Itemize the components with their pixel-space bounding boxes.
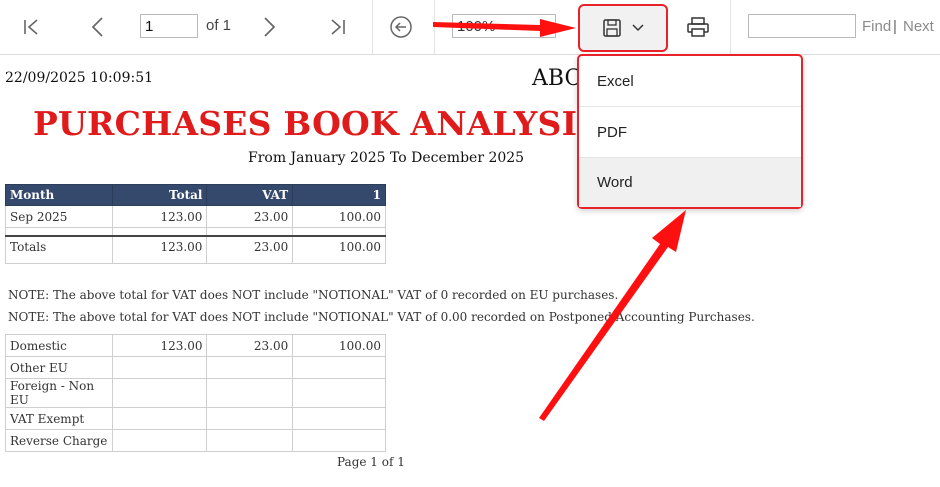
table-row: Foreign - Non EU [5, 378, 386, 408]
report-timestamp: 22/09/2025 10:09:51 [5, 70, 154, 86]
cell-category: Domestic [5, 334, 113, 357]
cell-total [111, 356, 208, 379]
menu-item-pdf[interactable]: PDF [579, 107, 801, 158]
cell-category: Reverse Charge [5, 429, 113, 452]
toolbar-separator [730, 0, 731, 54]
back-button[interactable] [383, 8, 419, 46]
summary-header-row: Month Total VAT 1 [5, 184, 386, 206]
cell-net [292, 378, 386, 408]
table-row: VAT Exempt [5, 407, 386, 430]
previous-page-icon [91, 17, 103, 37]
find-link[interactable]: Find [862, 18, 891, 35]
cell-total: 123.00 [111, 334, 208, 357]
cell-category: VAT Exempt [5, 407, 113, 430]
spacer-cell [292, 227, 386, 237]
cell-vat [206, 378, 294, 408]
table-row: Sep 2025 123.00 23.00 100.00 [5, 205, 386, 228]
cell-total [111, 429, 208, 452]
column-header-rate: 1 [292, 184, 386, 206]
table-row: Other EU [5, 356, 386, 379]
totals-row: Totals 123.00 23.00 100.00 [5, 235, 386, 258]
last-page-button[interactable] [319, 8, 355, 46]
breakdown-table: Domestic 123.00 23.00 100.00 Other EU Fo… [5, 334, 386, 452]
cell-net [292, 356, 386, 379]
cell-total [111, 407, 208, 430]
table-row: Domestic 123.00 23.00 100.00 [5, 334, 386, 357]
last-page-icon [331, 19, 345, 35]
find-separator: | [893, 18, 897, 35]
menu-item-excel[interactable]: Excel [579, 56, 801, 107]
spacer-cell [111, 227, 208, 237]
cell-total [111, 378, 208, 408]
save-icon [603, 19, 621, 37]
cell-total: 123.00 [111, 205, 208, 228]
find-next-link[interactable]: Next [903, 18, 934, 35]
table-spacer-row [5, 227, 386, 237]
page-number-input[interactable] [140, 14, 198, 38]
zoom-input[interactable] [452, 14, 556, 38]
toolbar-separator [434, 0, 435, 54]
spacer-cell [206, 227, 294, 237]
next-page-button[interactable] [251, 8, 287, 46]
vat-note-eu: NOTE: The above total for VAT does NOT i… [8, 288, 619, 302]
print-icon [687, 17, 709, 37]
column-header-month: Month [5, 184, 113, 206]
cell-net [292, 429, 386, 452]
cell-totals-net: 100.00 [292, 235, 386, 258]
cell-totals-vat: 23.00 [206, 235, 294, 258]
company-name: ABC [532, 66, 582, 91]
spacer-cell [111, 257, 208, 264]
cell-category: Other EU [5, 356, 113, 379]
find-input[interactable] [748, 14, 856, 38]
chevron-down-icon [632, 24, 644, 32]
cell-vat [206, 356, 294, 379]
report-viewer-toolbar: of 1 [0, 0, 940, 55]
previous-page-button[interactable] [80, 8, 116, 46]
cell-totals-label: Totals [5, 235, 113, 258]
column-header-vat: VAT [206, 184, 294, 206]
spacer-cell [5, 257, 113, 264]
page-footer: Page 1 of 1 [337, 455, 405, 469]
column-header-total: Total [111, 184, 208, 206]
cell-net: 100.00 [292, 334, 386, 357]
export-dropdown-menu: Excel PDF Word [577, 54, 803, 209]
spacer-cell [206, 257, 294, 264]
summary-table: Month Total VAT 1 Sep 2025 123.00 23.00 … [5, 184, 386, 264]
spacer-cell [292, 257, 386, 264]
back-icon [390, 16, 412, 38]
table-row: Reverse Charge [5, 429, 386, 452]
toolbar-separator [372, 0, 373, 54]
cell-vat [206, 407, 294, 430]
vat-note-postponed: NOTE: The above total for VAT does NOT i… [8, 310, 755, 324]
cell-net [292, 407, 386, 430]
cell-vat [206, 429, 294, 452]
table-spacer-row [5, 257, 386, 264]
menu-item-word[interactable]: Word [579, 158, 801, 207]
cell-vat: 23.00 [206, 205, 294, 228]
spacer-cell [5, 227, 113, 237]
report-date-range: From January 2025 To December 2025 [248, 150, 525, 166]
export-save-button[interactable] [578, 4, 668, 52]
cell-totals-total: 123.00 [111, 235, 208, 258]
first-page-icon [24, 19, 38, 35]
print-button[interactable] [680, 8, 716, 46]
page-count-label: of 1 [206, 17, 232, 34]
cell-category: Foreign - Non EU [5, 378, 113, 408]
cell-month: Sep 2025 [5, 205, 113, 228]
cell-net: 100.00 [292, 205, 386, 228]
cell-vat: 23.00 [206, 334, 294, 357]
first-page-button[interactable] [14, 8, 50, 46]
next-page-icon [264, 17, 276, 37]
